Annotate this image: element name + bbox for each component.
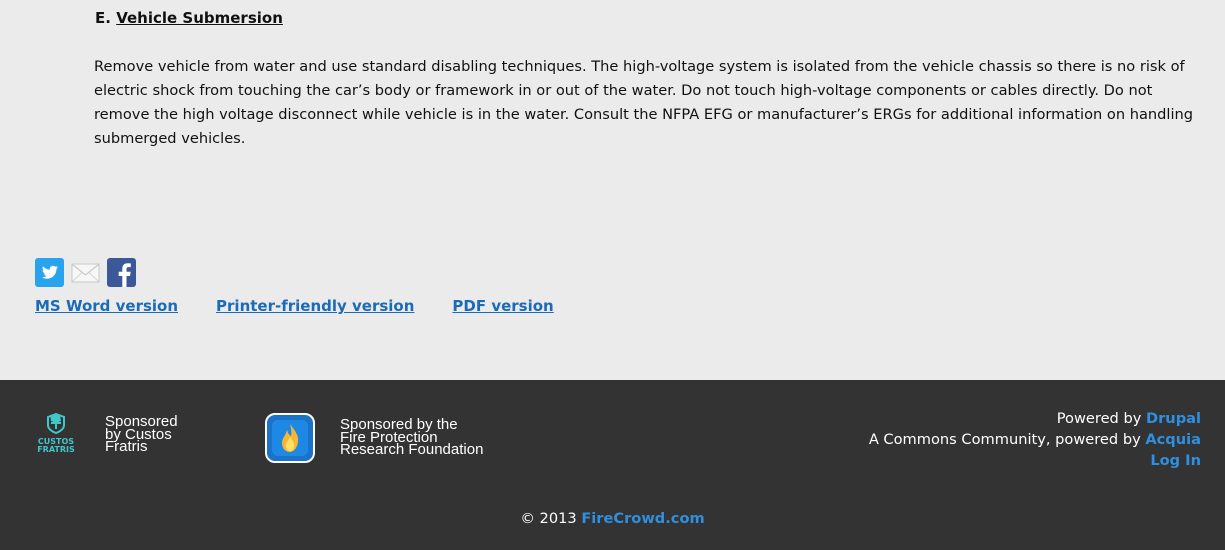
footer: CUSTOS FRATRIS Sponsored by Custos Fratr… xyxy=(0,380,1225,550)
drupal-link[interactable]: Drupal xyxy=(1146,410,1201,427)
sponsor-fprf[interactable]: Sponsored by the Fire Protection Researc… xyxy=(265,413,483,463)
login-line: Log In xyxy=(869,450,1201,471)
version-links: MS Word version Printer-friendly version… xyxy=(35,297,554,315)
sponsor2-text: Sponsored by the Fire Protection Researc… xyxy=(340,418,484,459)
main-content: E. Vehicle Submersion Remove vehicle fro… xyxy=(0,0,1225,380)
heading-title: Vehicle Submersion xyxy=(116,9,283,27)
pdf-version-link[interactable]: PDF version xyxy=(452,297,553,315)
section-heading: E. Vehicle Submersion xyxy=(95,9,283,27)
login-link[interactable]: Log In xyxy=(1150,452,1201,469)
firecrowd-link[interactable]: FireCrowd.com xyxy=(581,510,704,527)
share-bar xyxy=(35,257,143,287)
copyright: © 2013 FireCrowd.com xyxy=(0,510,1225,527)
svg-text:FRATRIS: FRATRIS xyxy=(37,445,75,454)
sponsor1-text: Sponsored by Custos Fratris xyxy=(105,415,178,456)
sponsor1-line3: Fratris xyxy=(105,438,148,456)
commons-text: A Commons Community, powered by xyxy=(868,431,1141,448)
heading-prefix: E. xyxy=(95,9,111,27)
powered-by-text: Powered by xyxy=(1056,410,1142,427)
fprf-logo-icon xyxy=(265,413,315,463)
copyright-text: © 2013 xyxy=(520,510,577,527)
twitter-icon[interactable] xyxy=(35,257,64,287)
sponsor-custos-fratris[interactable]: CUSTOS FRATRIS Sponsored by Custos Fratr… xyxy=(37,412,178,457)
sponsor2-line3: Research Foundation xyxy=(340,441,484,459)
ms-word-version-link[interactable]: MS Word version xyxy=(35,297,178,315)
printer-friendly-version-link[interactable]: Printer-friendly version xyxy=(216,297,414,315)
acquia-link[interactable]: Acquia xyxy=(1145,431,1201,448)
powered-by: Powered by Drupal A Commons Community, p… xyxy=(869,408,1201,471)
email-icon[interactable] xyxy=(71,258,100,287)
commons-line: A Commons Community, powered by Acquia xyxy=(869,429,1201,450)
section-body: Remove vehicle from water and use standa… xyxy=(94,58,1194,147)
custos-fratris-logo: CUSTOS FRATRIS xyxy=(37,412,75,457)
facebook-icon[interactable] xyxy=(107,257,136,287)
powered-by-drupal-line: Powered by Drupal xyxy=(869,408,1201,429)
